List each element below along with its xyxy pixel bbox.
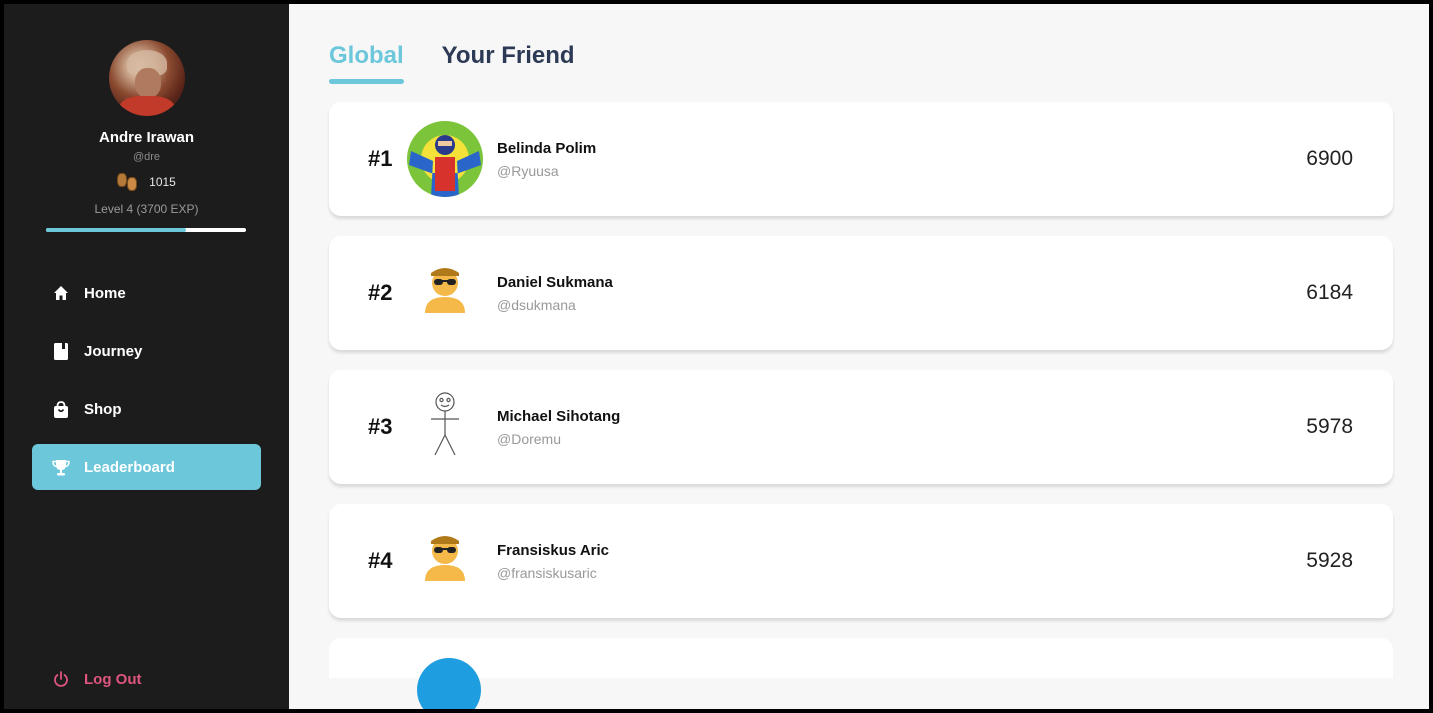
leaderboard-tabs: Global Your Friend (329, 42, 575, 84)
leaderboard-list: #1 Belinda Polim @Ryuusa 6900 #2 Daniel … (329, 102, 1393, 709)
sunglasses-person-avatar (425, 536, 465, 581)
rank-label: #1 (368, 146, 393, 171)
score: 6900 (1306, 147, 1353, 170)
sidebar: Andre Irawan @dre 1015 Level 4 (3700 EXP… (4, 4, 289, 709)
avatar-face (135, 68, 161, 98)
user-avatar (417, 658, 481, 709)
leaderboard-row-partial[interactable] (329, 638, 1393, 709)
profile-avatar[interactable] (109, 40, 185, 116)
tab-your-friend[interactable]: Your Friend (442, 42, 575, 84)
user-name: Fransiskus Aric (497, 542, 609, 559)
score: 6184 (1306, 281, 1353, 304)
app-frame: Andre Irawan @dre 1015 Level 4 (3700 EXP… (4, 4, 1429, 709)
sidebar-item-journey[interactable]: Journey (32, 328, 261, 374)
avatar-shirt (119, 96, 175, 116)
sidebar-item-leaderboard[interactable]: Leaderboard (32, 444, 261, 490)
sidebar-item-shop[interactable]: Shop (32, 386, 261, 432)
user-handle: @dsukmana (497, 297, 576, 313)
leaderboard-row[interactable]: #3 Michael Sihotang @Doremu 5978 (329, 370, 1393, 484)
sidebar-item-label: Home (84, 284, 126, 302)
logout-label: Log Out (84, 670, 142, 688)
user-handle: @Ryuusa (497, 163, 559, 179)
user-info: Fransiskus Aric @fransiskusaric (497, 542, 609, 581)
leaderboard-row[interactable]: #1 Belinda Polim @Ryuusa 6900 (329, 102, 1393, 216)
logout-button[interactable]: Log Out (52, 670, 141, 688)
trophy-icon (52, 458, 70, 476)
sidebar-item-label: Leaderboard (84, 458, 175, 476)
score: 5928 (1306, 549, 1353, 572)
home-icon (52, 284, 70, 302)
level-progress-fill (46, 228, 186, 232)
user-name: Daniel Sukmana (497, 274, 613, 291)
user-info: Daniel Sukmana @dsukmana (497, 274, 613, 313)
sidebar-nav: Home Journey Shop Leaderboard (32, 270, 261, 502)
leaderboard-row[interactable]: #4 Fransiskus Aric @fransiskusaric 5928 (329, 504, 1393, 618)
user-info: Michael Sihotang @Doremu (497, 408, 620, 447)
sunglasses-person-avatar (425, 268, 465, 313)
profile-name: Andre Irawan (98, 129, 195, 146)
level-progress-bar (46, 228, 246, 232)
level-text: Level 4 (3700 EXP) (94, 202, 199, 216)
score: 5978 (1306, 415, 1353, 438)
rank-label: #2 (368, 280, 393, 305)
coin-icon (117, 173, 141, 191)
coin-balance: 1015 (4, 173, 289, 191)
rank-label: #4 (368, 548, 393, 573)
book-icon (52, 342, 70, 360)
power-icon (52, 670, 70, 688)
stick-figure-avatar (431, 392, 459, 456)
rank-label: #3 (368, 414, 393, 439)
profile-handle: @dre (132, 151, 161, 163)
superhero-avatar (407, 121, 483, 197)
coin-count: 1015 (149, 175, 176, 189)
sidebar-item-home[interactable]: Home (32, 270, 261, 316)
user-handle: @fransiskusaric (497, 565, 597, 581)
shopping-bag-icon (52, 400, 70, 418)
leaderboard-row[interactable]: #2 Daniel Sukmana @dsukmana 6184 (329, 236, 1393, 350)
sidebar-item-label: Journey (84, 342, 143, 360)
sidebar-item-label: Shop (84, 400, 122, 418)
user-info: Belinda Polim @Ryuusa (497, 140, 596, 179)
user-handle: @Doremu (497, 431, 562, 447)
main-content: Global Your Friend #1 Belinda Polim @Ryu… (289, 4, 1429, 709)
tab-global[interactable]: Global (329, 42, 404, 84)
user-name: Michael Sihotang (497, 408, 621, 425)
user-name: Belinda Polim (497, 140, 597, 157)
